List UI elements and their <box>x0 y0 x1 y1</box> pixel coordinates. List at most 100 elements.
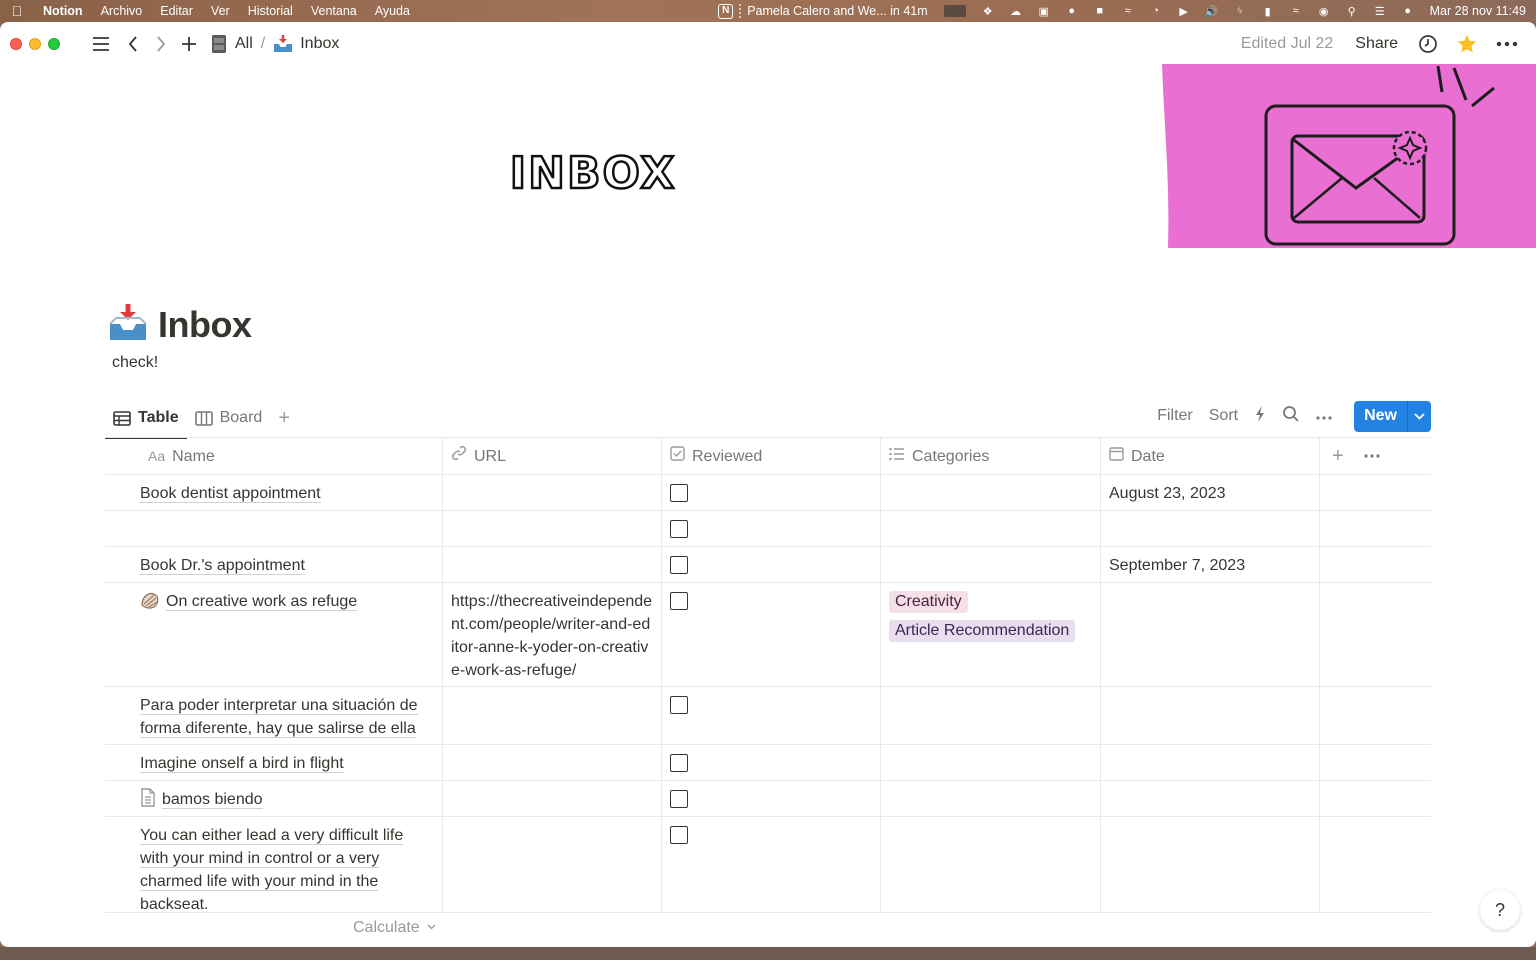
help-button[interactable]: ? <box>1480 890 1520 930</box>
reviewed-checkbox[interactable] <box>670 826 688 844</box>
spotlight-search-icon[interactable]: ⚲ <box>1344 5 1360 18</box>
forward-arrow-icon[interactable] <box>147 30 175 58</box>
reviewed-checkbox[interactable] <box>670 696 688 714</box>
control-center-icon[interactable]: ☰ <box>1372 5 1388 18</box>
row-name-cell[interactable]: Imagine onself a bird in flight <box>105 745 443 780</box>
volume-icon[interactable]: 🔊 <box>1204 5 1220 18</box>
add-property-plus-icon[interactable]: + <box>1332 445 1344 468</box>
row-name[interactable]: On creative work as refuge <box>166 593 358 611</box>
row-date-cell[interactable]: August 23, 2023 <box>1101 475 1320 510</box>
view-more-options-icon[interactable] <box>1316 407 1332 425</box>
row-url-cell[interactable] <box>443 687 662 744</box>
new-page-plus-icon[interactable] <box>175 30 203 58</box>
row-categories-cell[interactable] <box>881 745 1101 780</box>
wifi-icon[interactable]: ≈ <box>1288 5 1304 17</box>
minimize-window-button[interactable] <box>29 38 41 50</box>
breadcrumb-all[interactable]: All <box>235 35 253 53</box>
menu-ver[interactable]: Ver <box>202 4 239 18</box>
notion-status-icon[interactable]: N <box>718 3 734 19</box>
row-name-cell[interactable]: Book dentist appointment <box>105 475 443 510</box>
category-tag[interactable]: Article Recommendation <box>889 620 1076 642</box>
user-icon[interactable]: ◉ <box>1316 5 1332 18</box>
row-reviewed-cell[interactable] <box>662 475 881 510</box>
row-categories-cell[interactable] <box>881 547 1101 582</box>
battery-icon[interactable]: ▮ <box>1260 5 1276 18</box>
row-reviewed-cell[interactable] <box>662 781 881 816</box>
row-name-cell[interactable]: You can either lead a very difficult lif… <box>105 817 443 912</box>
row-date-cell[interactable] <box>1101 583 1320 686</box>
menu-archivo[interactable]: Archivo <box>92 4 152 18</box>
new-dropdown-chevron-icon[interactable] <box>1407 400 1431 432</box>
row-name[interactable]: Para poder interpretar una situación de … <box>140 697 418 738</box>
time-machine-icon[interactable]: ◔ <box>1148 5 1164 17</box>
table-row[interactable]: Imagine onself a bird in flight <box>105 745 1431 781</box>
column-header-reviewed[interactable]: Reviewed <box>662 438 881 474</box>
apple-icon[interactable]:  <box>0 3 34 19</box>
row-url-cell[interactable] <box>443 475 662 510</box>
column-header-categories[interactable]: Categories <box>881 438 1101 474</box>
row-name-cell[interactable] <box>105 511 443 546</box>
reviewed-checkbox[interactable] <box>670 556 688 574</box>
automation-lightning-icon[interactable] <box>1254 405 1266 428</box>
page-title[interactable]: Inbox <box>158 304 252 346</box>
page-inbox-tray-icon[interactable] <box>108 304 148 344</box>
calculate-button[interactable]: Calculate <box>353 919 436 937</box>
row-name-cell[interactable]: Book Dr.'s appointment <box>105 547 443 582</box>
table-row[interactable]: Book Dr.'s appointment September 7, 2023 <box>105 547 1431 583</box>
row-date-cell[interactable] <box>1101 817 1320 912</box>
add-view-plus-icon[interactable]: + <box>270 407 298 430</box>
tab-board[interactable]: Board <box>187 398 271 438</box>
column-header-url[interactable]: URL <box>443 438 662 474</box>
row-name[interactable]: Book Dr.'s appointment <box>140 557 305 575</box>
filter-button[interactable]: Filter <box>1157 407 1193 425</box>
row-reviewed-cell[interactable] <box>662 583 881 686</box>
row-categories-cell[interactable] <box>881 687 1101 744</box>
page-description[interactable]: check! <box>112 354 158 372</box>
row-reviewed-cell[interactable] <box>662 817 881 912</box>
row-date-cell[interactable] <box>1101 687 1320 744</box>
row-url-cell[interactable] <box>443 547 662 582</box>
table-row[interactable]: On creative work as refuge https://thecr… <box>105 583 1431 687</box>
row-date-cell[interactable] <box>1101 511 1320 546</box>
row-reviewed-cell[interactable] <box>662 745 881 780</box>
menu-notion[interactable]: Notion <box>34 4 92 18</box>
row-categories-cell[interactable] <box>881 781 1101 816</box>
row-name-cell[interactable]: Para poder interpretar una situación de … <box>105 687 443 744</box>
zoom-window-button[interactable] <box>48 38 60 50</box>
row-categories-cell[interactable]: Creativity Article Recommendation <box>881 583 1101 686</box>
reviewed-checkbox[interactable] <box>670 754 688 772</box>
display-icon[interactable] <box>943 5 966 17</box>
share-button[interactable]: Share <box>1355 35 1398 53</box>
row-reviewed-cell[interactable] <box>662 547 881 582</box>
table-row[interactable]: Para poder interpretar una situación de … <box>105 687 1431 745</box>
new-button[interactable]: New <box>1354 400 1407 432</box>
row-name[interactable]: Book dentist appointment <box>140 485 321 503</box>
row-date-cell[interactable] <box>1101 781 1320 816</box>
column-header-name[interactable]: Aa Name <box>105 438 443 474</box>
notification-icon[interactable]: ● <box>1064 5 1080 17</box>
favorite-star-icon[interactable] <box>1456 33 1478 55</box>
wave-icon[interactable]: ≈ <box>1120 5 1136 17</box>
row-name-cell[interactable]: bamos biendo <box>105 781 443 816</box>
row-reviewed-cell[interactable] <box>662 511 881 546</box>
history-clock-icon[interactable] <box>1418 34 1438 54</box>
row-name[interactable]: bamos biendo <box>162 791 263 809</box>
row-url-cell[interactable] <box>443 781 662 816</box>
creative-cloud-icon[interactable]: ☁ <box>1008 5 1024 18</box>
table-row[interactable] <box>105 511 1431 547</box>
row-categories-cell[interactable] <box>881 511 1101 546</box>
row-url-cell[interactable] <box>443 511 662 546</box>
close-window-button[interactable] <box>10 38 22 50</box>
menu-ayuda[interactable]: Ayuda <box>366 4 419 18</box>
reviewed-checkbox[interactable] <box>670 484 688 502</box>
row-name-cell[interactable]: On creative work as refuge <box>105 583 443 686</box>
search-icon[interactable] <box>1282 405 1300 428</box>
column-header-date[interactable]: Date <box>1101 438 1320 474</box>
row-categories-cell[interactable] <box>881 475 1101 510</box>
reviewed-checkbox[interactable] <box>670 520 688 538</box>
reviewed-checkbox[interactable] <box>670 592 688 610</box>
sidebar-menu-icon[interactable] <box>87 30 115 58</box>
more-options-icon[interactable] <box>1496 41 1518 47</box>
back-arrow-icon[interactable] <box>119 30 147 58</box>
properties-more-icon[interactable] <box>1364 454 1380 458</box>
